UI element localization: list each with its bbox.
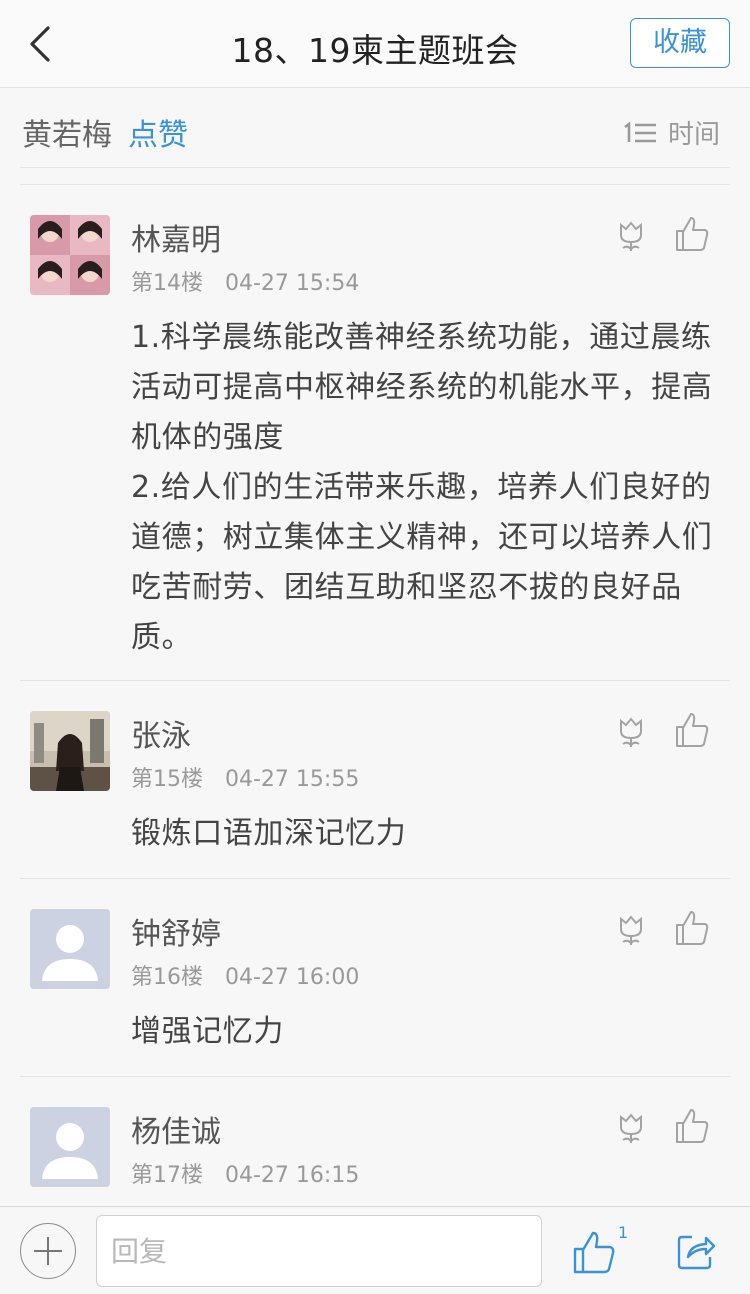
likes-bar: 黄若梅 点赞 时间 — [0, 88, 750, 168]
thumbs-up-icon — [676, 1109, 709, 1143]
send-flower-button[interactable] — [614, 219, 648, 253]
comment-text: 1.科学晨练能改善神经系统功能，通过晨练活动可提高中枢神经系统的机能水平，提高机… — [131, 320, 713, 655]
default-avatar-icon — [30, 1107, 110, 1187]
commenter-name[interactable]: 杨佳诚 — [131, 1107, 221, 1151]
reply-bar: 1 — [0, 1206, 750, 1294]
liker-name[interactable]: 黄若梅 — [22, 110, 112, 154]
floor-number: 第15楼 — [131, 767, 203, 792]
send-flower-button[interactable] — [614, 913, 648, 947]
comment-time: 04-27 16:15 — [225, 1163, 360, 1188]
comment-meta: 第16楼 04-27 16:00 — [131, 959, 359, 991]
discussion-page: 18、19柬主题班会 收藏 黄若梅 点赞 时间 林嘉明 第14楼 04-27 1… — [0, 0, 750, 1294]
comment-text: 锻炼口语加深记忆力 — [131, 816, 407, 851]
thumbs-up-icon — [676, 911, 709, 945]
sort-list-icon — [624, 120, 656, 142]
sort-by-time-button[interactable]: 时间 — [622, 114, 720, 151]
avatar[interactable] — [30, 909, 110, 989]
comment-meta: 第15楼 04-27 15:55 — [131, 761, 359, 793]
comment-item: 杨佳诚 第17楼 04-27 16:15 — [0, 1077, 750, 1206]
like-button[interactable] — [674, 215, 710, 253]
thumbs-up-icon — [676, 217, 709, 251]
commenter-name[interactable]: 林嘉明 — [131, 215, 221, 259]
sort-label: 时间 — [667, 120, 720, 150]
like-button[interactable] — [674, 711, 710, 749]
top-navigation-bar: 18、19柬主题班会 收藏 — [0, 0, 750, 88]
share-button[interactable] — [676, 1231, 716, 1271]
avatar[interactable] — [30, 215, 110, 295]
post-like-button[interactable] — [572, 1229, 616, 1275]
flower-icon — [620, 221, 642, 251]
like-button[interactable] — [674, 909, 710, 947]
like-count: 1 — [618, 1223, 629, 1242]
floor-number: 第16楼 — [131, 965, 203, 990]
comment-time: 04-27 15:54 — [225, 271, 360, 296]
comment-meta: 第17楼 04-27 16:15 — [131, 1157, 359, 1189]
like-button[interactable] — [674, 1107, 710, 1145]
commenter-name[interactable]: 张泳 — [131, 711, 191, 755]
comment-item: 林嘉明 第14楼 04-27 15:54 1.科学晨练能改善神经系统功能，通过晨练… — [0, 185, 750, 681]
comment-meta: 第14楼 04-27 15:54 — [131, 265, 359, 297]
user-photo — [30, 711, 110, 791]
avatar[interactable] — [30, 711, 110, 791]
comment-time: 04-27 15:55 — [225, 767, 360, 792]
floor-number: 第17楼 — [131, 1163, 203, 1188]
floor-number: 第14楼 — [131, 271, 203, 296]
flower-icon — [620, 717, 642, 747]
commenter-name[interactable]: 钟舒婷 — [131, 909, 221, 953]
favorite-button[interactable]: 收藏 — [630, 18, 730, 68]
add-attachment-button[interactable] — [20, 1223, 76, 1279]
reply-input[interactable] — [96, 1215, 542, 1287]
send-flower-button[interactable] — [614, 715, 648, 749]
like-action-label: 点赞 — [128, 118, 188, 153]
share-icon — [677, 1235, 716, 1270]
flower-icon — [620, 915, 642, 945]
comment-text: 增强记忆力 — [131, 1014, 284, 1049]
default-avatar-icon — [30, 909, 110, 989]
avatar[interactable] — [30, 1107, 110, 1187]
divider — [20, 167, 730, 168]
flower-icon — [620, 1113, 642, 1143]
thumbs-up-icon — [573, 1231, 615, 1274]
comment-time: 04-27 16:00 — [225, 965, 360, 990]
user-photo — [30, 215, 110, 295]
comment-item: 钟舒婷 第16楼 04-27 16:00 增强记忆力 — [0, 879, 750, 1077]
comment-item: 张泳 第15楼 04-27 15:55 锻炼口语加深记忆力 — [0, 681, 750, 879]
send-flower-button[interactable] — [614, 1111, 648, 1145]
thumbs-up-icon — [676, 713, 709, 747]
